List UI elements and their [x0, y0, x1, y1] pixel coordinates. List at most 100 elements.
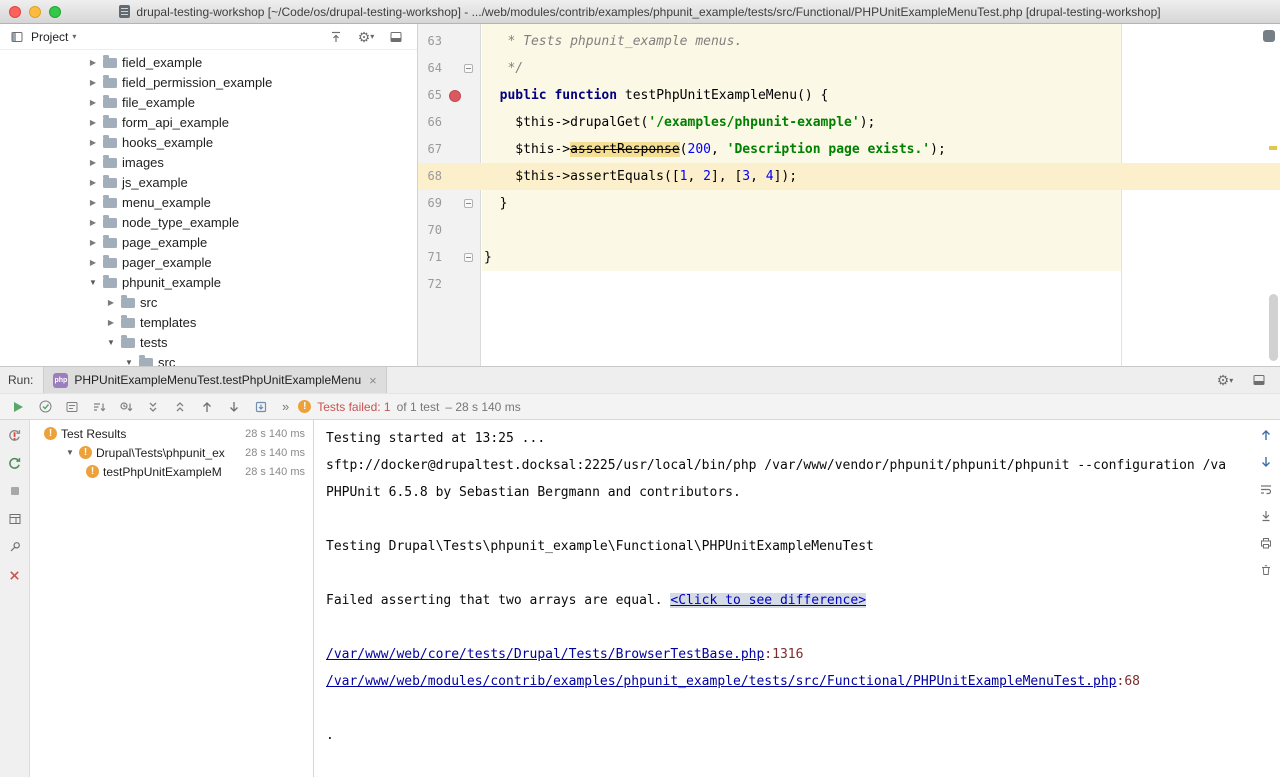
run-button[interactable]	[6, 396, 30, 418]
stacktrace-link[interactable]: /var/www/web/modules/contrib/examples/ph…	[326, 674, 1117, 689]
project-panel-title[interactable]: Project ▾	[31, 30, 76, 44]
test-tree-item[interactable]: Test Results28 s 140 ms	[30, 424, 313, 443]
sort-alphabetically-button[interactable]	[87, 396, 111, 418]
chevron-down-icon[interactable]: ▼	[124, 358, 134, 367]
previous-failed-test-button[interactable]	[195, 396, 219, 418]
diff-link[interactable]: <Click to see difference>	[670, 593, 866, 608]
chevron-right-icon[interactable]: ▶	[88, 98, 98, 107]
project-tree-item[interactable]: ▶images	[0, 152, 417, 172]
chevron-right-icon[interactable]: ▶	[106, 298, 116, 307]
sort-by-duration-button[interactable]	[114, 396, 138, 418]
expand-all-button[interactable]	[141, 396, 165, 418]
project-tree-item[interactable]: ▶form_api_example	[0, 112, 417, 132]
minimize-window-button[interactable]	[29, 6, 41, 18]
editor-line[interactable]: 70	[418, 217, 1280, 244]
chevron-right-icon[interactable]: ▶	[88, 58, 98, 67]
chevron-down-icon[interactable]: ▼	[106, 338, 116, 347]
editor-line[interactable]: 63 * Tests phpunit_example menus.	[418, 28, 1280, 55]
zoom-window-button[interactable]	[49, 6, 61, 18]
project-tree-item[interactable]: ▶pager_example	[0, 252, 417, 272]
soft-wrap-icon[interactable]	[1258, 481, 1275, 497]
test-tree-item[interactable]: ▼Drupal\Tests\phpunit_ex28 s 140 ms	[30, 443, 313, 462]
project-tree-item[interactable]: ▼src	[0, 352, 417, 366]
close-window-button[interactable]	[9, 6, 21, 18]
chevron-right-icon[interactable]: ▶	[88, 138, 98, 147]
chevron-right-icon[interactable]: ▶	[88, 118, 98, 127]
rerun-failed-tests-icon[interactable]	[6, 427, 23, 443]
scroll-to-end-icon[interactable]	[1258, 508, 1275, 524]
test-tree-item[interactable]: testPhpUnitExampleM28 s 140 ms	[30, 462, 313, 481]
more-toolbar-icon[interactable]: »	[282, 399, 289, 414]
chevron-right-icon[interactable]: ▶	[88, 218, 98, 227]
console-output[interactable]: Testing started at 13:25 ...sftp://docke…	[314, 420, 1252, 777]
chevron-right-icon[interactable]: ▶	[88, 78, 98, 87]
hide-run-panel-button[interactable]	[1250, 371, 1268, 389]
import-test-results-button[interactable]	[249, 396, 273, 418]
line-number: 68	[418, 163, 442, 190]
status-of-text: of 1 test	[397, 400, 440, 414]
settings-gear-button[interactable]: ⚙ ▾	[357, 28, 375, 46]
fold-marker-icon[interactable]	[464, 199, 473, 208]
project-panel-toolbar: ⚙ ▾	[327, 28, 409, 46]
up-stacktrace-icon[interactable]	[1258, 427, 1275, 443]
project-tree-item[interactable]: ▶js_example	[0, 172, 417, 192]
chevron-down-icon[interactable]: ▼	[88, 278, 98, 287]
line-number: 70	[418, 217, 442, 244]
rerun-icon[interactable]	[6, 455, 23, 471]
next-failed-test-button[interactable]	[222, 396, 246, 418]
line-number: 64	[418, 55, 442, 82]
down-stacktrace-icon[interactable]	[1258, 454, 1275, 470]
project-tree-item[interactable]: ▶src	[0, 292, 417, 312]
failed-test-gutter-icon[interactable]	[449, 90, 461, 102]
fold-marker-icon[interactable]	[464, 64, 473, 73]
chevron-right-icon[interactable]: ▶	[88, 238, 98, 247]
run-tab[interactable]: php PHPUnitExampleMenuTest.testPhpUnitEx…	[43, 367, 386, 393]
editor-line[interactable]: 67 $this->assertResponse(200, 'Descripti…	[418, 136, 1280, 163]
collapse-all-button[interactable]	[327, 28, 345, 46]
hide-panel-button[interactable]	[387, 28, 405, 46]
run-settings-button[interactable]: ⚙ ▾	[1216, 371, 1234, 389]
project-tree-item[interactable]: ▶field_permission_example	[0, 72, 417, 92]
project-tree-item[interactable]: ▶menu_example	[0, 192, 417, 212]
inspections-widget-icon[interactable]	[1263, 30, 1275, 42]
chevron-right-icon[interactable]: ▶	[88, 158, 98, 167]
project-tree-item[interactable]: ▶hooks_example	[0, 132, 417, 152]
project-tree-item[interactable]: ▶templates	[0, 312, 417, 332]
editor-line[interactable]: 72	[418, 271, 1280, 298]
chevron-right-icon[interactable]: ▶	[88, 198, 98, 207]
chevron-right-icon[interactable]: ▶	[106, 318, 116, 327]
print-icon[interactable]	[1258, 535, 1275, 551]
code-text: }	[483, 244, 1280, 271]
close-icon[interactable]	[6, 567, 23, 583]
project-tree-item[interactable]: ▼tests	[0, 332, 417, 352]
project-tree-item[interactable]: ▶field_example	[0, 52, 417, 72]
stop-icon[interactable]	[6, 483, 23, 499]
project-tree-item[interactable]: ▶file_example	[0, 92, 417, 112]
error-stripe-mark[interactable]	[1269, 146, 1277, 150]
fold-marker-icon[interactable]	[464, 253, 473, 262]
console-line: Testing Drupal\Tests\phpunit_example\Fun…	[326, 533, 1252, 560]
editor-line[interactable]: 66 $this->drupalGet('/examples/phpunit-e…	[418, 109, 1280, 136]
editor-line[interactable]: 69 }	[418, 190, 1280, 217]
collapse-all-button[interactable]	[168, 396, 192, 418]
hide-passed-button[interactable]	[33, 396, 57, 418]
chevron-right-icon[interactable]: ▶	[88, 178, 98, 187]
editor[interactable]: 63 * Tests phpunit_example menus.64 */65…	[418, 24, 1280, 366]
pin-icon[interactable]	[6, 539, 23, 555]
stacktrace-link[interactable]: /var/www/web/core/tests/Drupal/Tests/Bro…	[326, 647, 764, 662]
editor-line[interactable]: 68 $this->assertEquals([1, 2], [3, 4]);	[418, 163, 1280, 190]
editor-line[interactable]: 71}	[418, 244, 1280, 271]
show-ignored-button[interactable]	[60, 396, 84, 418]
clear-console-icon[interactable]	[1258, 562, 1275, 578]
chevron-right-icon[interactable]: ▶	[88, 258, 98, 267]
project-tree-item[interactable]: ▼phpunit_example	[0, 272, 417, 292]
chevron-down-icon[interactable]: ▼	[65, 448, 75, 457]
project-tree-item[interactable]: ▶page_example	[0, 232, 417, 252]
line-number: 63	[418, 28, 442, 55]
editor-line[interactable]: 64 */	[418, 55, 1280, 82]
project-tree-item[interactable]: ▶node_type_example	[0, 212, 417, 232]
editor-line[interactable]: 65 public function testPhpUnitExampleMen…	[418, 82, 1280, 109]
restore-layout-icon[interactable]	[6, 511, 23, 527]
close-icon[interactable]: ×	[369, 374, 377, 387]
editor-scrollbar[interactable]	[1269, 294, 1278, 361]
